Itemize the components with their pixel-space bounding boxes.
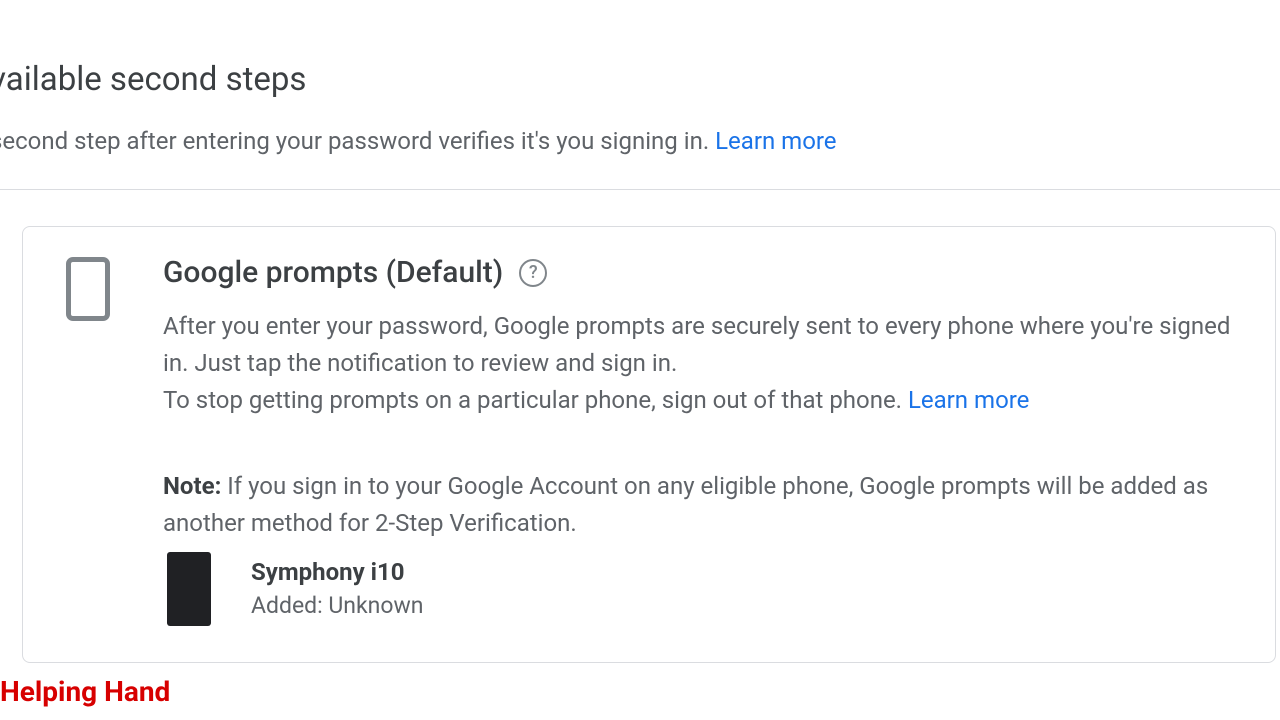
note-text: If you sign in to your Google Account on…	[163, 472, 1208, 537]
section-subtext: second step after entering your password…	[0, 123, 1280, 159]
device-added: Added: Unknown	[251, 592, 423, 619]
device-row: Symphony i10 Added: Unknown	[167, 552, 1235, 626]
card-title: Google prompts (Default)	[163, 255, 503, 290]
card-learn-more-link[interactable]: Learn more	[908, 386, 1029, 414]
card-description-1: After you enter your password, Google pr…	[163, 308, 1235, 382]
section-title: vailable second steps	[0, 60, 1280, 99]
google-prompts-card: Google prompts (Default) ? After you ent…	[22, 226, 1276, 663]
help-icon[interactable]: ?	[519, 259, 547, 287]
device-thumbnail-icon	[167, 552, 211, 626]
phone-outline-icon	[63, 257, 113, 321]
card-description-2-text: To stop getting prompts on a particular …	[163, 386, 908, 414]
watermark-text: Helping Hand	[0, 675, 170, 708]
device-name: Symphony i10	[251, 558, 423, 586]
section-subtext-text: second step after entering your password…	[0, 127, 715, 155]
card-note: Note: If you sign in to your Google Acco…	[163, 468, 1235, 542]
learn-more-link[interactable]: Learn more	[715, 127, 836, 155]
note-label: Note:	[163, 472, 221, 500]
section-header: vailable second steps second step after …	[0, 0, 1280, 190]
card-description-2: To stop getting prompts on a particular …	[163, 382, 1235, 419]
